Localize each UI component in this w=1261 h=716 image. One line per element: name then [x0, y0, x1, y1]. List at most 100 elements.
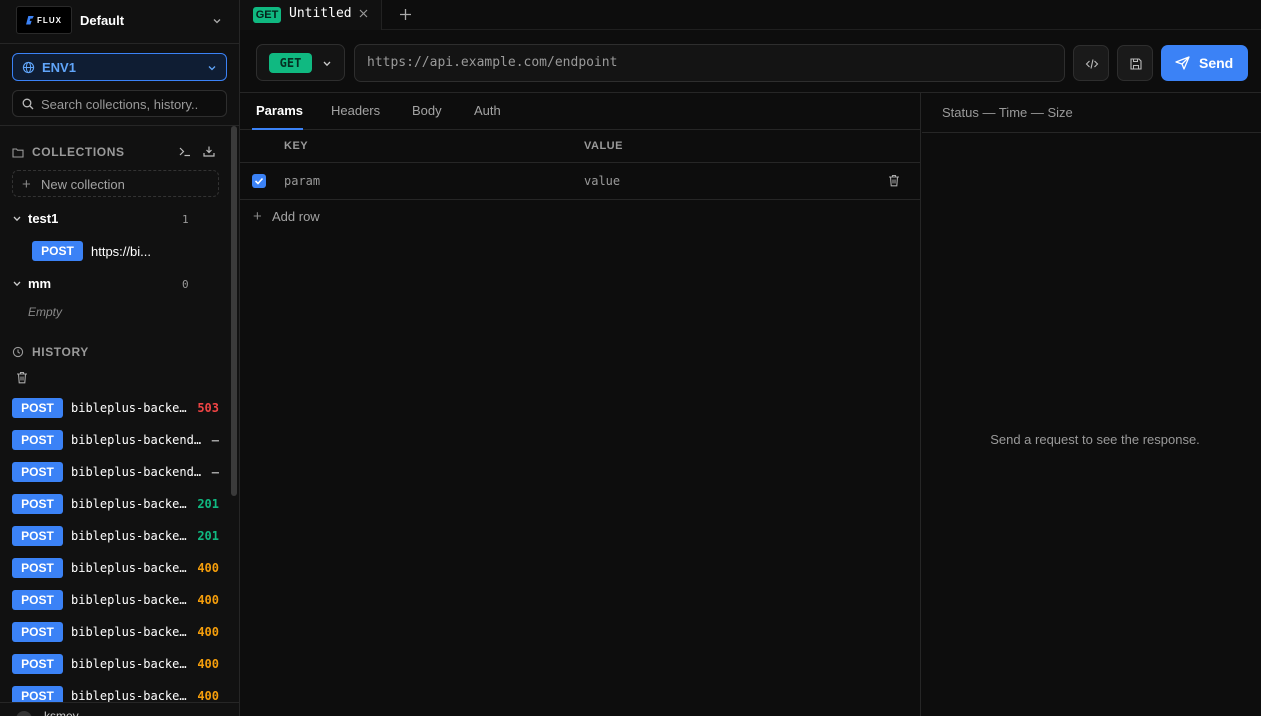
collection-folder-test1[interactable]: test1: [12, 210, 192, 228]
history-url: bibleplus-backend...: [71, 625, 189, 639]
history-icon: [12, 346, 24, 358]
empty-label: Empty: [28, 305, 63, 319]
history-item[interactable]: POST bibleplus-backend... 201: [12, 526, 227, 546]
method-badge: POST: [12, 430, 63, 450]
folder-count: 1: [182, 213, 189, 226]
request-url: https://bi...: [91, 244, 151, 259]
status-code: —: [211, 465, 219, 479]
history-url: bibleplus-backend...: [71, 465, 204, 479]
search-input[interactable]: [41, 95, 221, 113]
import-icon[interactable]: [203, 146, 215, 157]
flux-logo: FLUX: [16, 6, 72, 34]
response-meta: Status — Time — Size: [942, 105, 1073, 120]
divider: [0, 125, 239, 126]
sidebar-scrollbar[interactable]: [231, 126, 237, 496]
history-url: bibleplus-backend...: [71, 689, 189, 703]
response-header: Status — Time — Size: [922, 93, 1261, 133]
param-enabled-checkbox[interactable]: [252, 174, 266, 188]
status-code: 201: [197, 529, 219, 543]
workspace-switcher[interactable]: FLUX Default: [0, 0, 239, 44]
folder-name: mm: [28, 276, 52, 291]
send-label: Send: [1199, 55, 1234, 71]
history-url: bibleplus-backend...: [71, 657, 189, 671]
user-footer[interactable]: ksmey: [0, 702, 239, 716]
history-url: bibleplus-backend...: [71, 497, 189, 511]
tab-auth[interactable]: Auth: [474, 103, 501, 118]
chevron-down-icon: [12, 279, 22, 289]
trash-icon[interactable]: [16, 371, 28, 384]
history-item[interactable]: POST bibleplus-backend... 400: [12, 590, 227, 610]
history-item[interactable]: POST bibleplus-backend... —: [12, 462, 227, 482]
tab-title: Untitled: [289, 6, 352, 21]
new-collection-label: New collection: [41, 177, 125, 192]
chevron-down-icon: [12, 214, 22, 224]
url-input[interactable]: [367, 55, 1047, 70]
terminal-icon[interactable]: [179, 146, 191, 157]
method-badge: POST: [32, 241, 83, 261]
tab-untitled[interactable]: GET Untitled: [240, 0, 382, 30]
main-area: GET Untitled GET Send: [240, 0, 1261, 716]
code-snippet-button[interactable]: [1073, 45, 1109, 81]
param-value-input[interactable]: value: [584, 174, 620, 188]
tab-params[interactable]: Params: [256, 103, 303, 118]
tab-headers[interactable]: Headers: [331, 103, 380, 118]
add-tab-icon[interactable]: [399, 8, 412, 21]
history-url: bibleplus-backend...: [71, 433, 204, 447]
url-field: [354, 44, 1065, 82]
method-selector[interactable]: GET: [256, 44, 345, 81]
history-title: HISTORY: [32, 345, 89, 359]
collections-title: COLLECTIONS: [32, 145, 125, 159]
history-url: bibleplus-backend...: [71, 561, 189, 575]
folder-icon: [12, 147, 24, 158]
status-code: 400: [197, 689, 219, 703]
key-column-header: KEY: [284, 140, 309, 152]
status-code: 400: [197, 657, 219, 671]
history-item[interactable]: POST bibleplus-backend... 400: [12, 622, 227, 642]
chevron-down-icon[interactable]: [212, 16, 222, 26]
history-item[interactable]: POST bibleplus-backend... 503: [12, 398, 227, 418]
status-code: 201: [197, 497, 219, 511]
tab-body[interactable]: Body: [412, 103, 442, 118]
param-row: param value: [240, 163, 920, 200]
method-badge: GET: [253, 7, 281, 23]
status-code: —: [211, 433, 219, 447]
history-item[interactable]: POST bibleplus-backend... 201: [12, 494, 227, 514]
method-badge: POST: [12, 622, 63, 642]
send-button[interactable]: Send: [1161, 45, 1248, 81]
method-badge: POST: [12, 590, 63, 610]
response-empty-state: Send a request to see the response.: [990, 432, 1200, 447]
param-key-input[interactable]: param: [284, 174, 320, 188]
add-row-label: Add row: [272, 209, 320, 224]
params-header: KEY VALUE: [240, 130, 920, 163]
status-code: 503: [197, 401, 219, 415]
chevron-down-icon: [322, 59, 332, 69]
environment-selector[interactable]: ENV1: [12, 53, 227, 81]
method-badge: POST: [12, 558, 63, 578]
close-icon[interactable]: [359, 9, 368, 18]
status-code: 400: [197, 593, 219, 607]
value-column-header: VALUE: [584, 140, 623, 152]
trash-icon[interactable]: [888, 174, 900, 187]
history-item[interactable]: POST bibleplus-backend... —: [12, 430, 227, 450]
history-item[interactable]: POST bibleplus-backend... 400: [12, 558, 227, 578]
history-item[interactable]: POST bibleplus-backend... 400: [12, 654, 227, 674]
new-collection-button[interactable]: + New collection: [12, 170, 219, 197]
search-box: [12, 90, 227, 117]
collection-folder-mm[interactable]: mm: [12, 275, 192, 293]
history-url: bibleplus-backend...: [71, 401, 189, 415]
save-button[interactable]: [1117, 45, 1153, 81]
folder-count: 0: [182, 278, 189, 291]
save-icon: [1130, 58, 1142, 70]
method-badge: GET: [269, 53, 312, 73]
request-tabs: Params Headers Body Auth: [240, 93, 920, 130]
history-url: bibleplus-backend...: [71, 593, 189, 607]
method-badge: POST: [12, 462, 63, 482]
search-icon: [22, 98, 34, 110]
environment-label: ENV1: [42, 60, 76, 75]
send-icon: [1175, 56, 1190, 70]
workspace-name: Default: [80, 13, 125, 28]
method-badge: POST: [12, 526, 63, 546]
sidebar: FLUX Default ENV1 COLLECTIONS + New coll…: [0, 0, 240, 716]
request-bar: GET Send: [240, 31, 1261, 93]
user-name: ksmey: [44, 709, 79, 716]
